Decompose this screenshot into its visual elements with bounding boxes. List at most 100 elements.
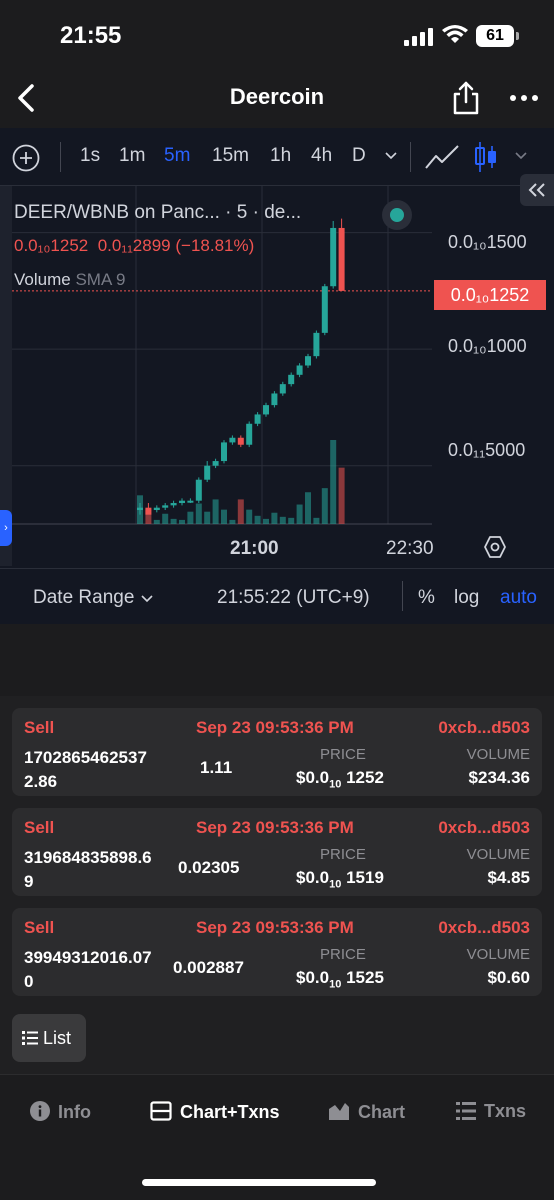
chart-panel: 1s 1m 5m 15m 1h 4h D › DEER/WBNB on Panc… — [0, 128, 554, 624]
price-label: PRICE — [320, 946, 366, 963]
interval-15m[interactable]: 15m — [212, 145, 249, 167]
back-chevron-icon[interactable] — [12, 80, 42, 116]
candlestick-chart-type-icon[interactable] — [474, 140, 498, 174]
list-view-button[interactable]: List — [12, 1014, 86, 1062]
txn-row[interactable]: Sell Sep 23 09:53:36 PM 0xcb...d503 3196… — [12, 808, 542, 896]
status-time: 21:55 — [60, 22, 122, 49]
toolbar-divider — [410, 142, 411, 172]
candle-body — [305, 356, 311, 366]
chart-toolbar: 1s 1m 5m 15m 1h 4h D — [0, 128, 554, 186]
volume-bar — [279, 516, 286, 524]
change-value: 0.0₁₁2899 (−18.81%) — [97, 236, 255, 255]
transactions-list: Sell Sep 23 09:53:36 PM 0xcb...d503 1702… — [0, 696, 554, 1074]
collapse-panel-button[interactable] — [520, 174, 554, 206]
volume-bar — [187, 511, 194, 524]
interval-4h[interactable]: 4h — [311, 145, 332, 167]
interval-1h[interactable]: 1h — [270, 145, 291, 167]
txn-bnb-amount: 0.002887 — [173, 958, 244, 977]
ohlc-values: 0.0₁₀1252 0.0₁₁2899 (−18.81%) — [14, 236, 301, 256]
chart-legend: DEER/WBNB on Panc... · 5 · de... 0.0₁₀12… — [14, 202, 301, 290]
chevron-down-icon[interactable] — [384, 150, 398, 160]
auto-scale-toggle[interactable]: auto — [500, 587, 537, 609]
txn-bnb-amount: 1.11 — [200, 758, 233, 777]
candle-body — [330, 227, 337, 287]
candle-body — [296, 365, 303, 375]
add-indicator-icon[interactable] — [12, 144, 40, 172]
interval-1m[interactable]: 1m — [119, 145, 145, 167]
volume-bar — [195, 503, 202, 524]
tab-chart[interactable]: Chart — [328, 1101, 405, 1123]
txn-address[interactable]: 0xcb...d503 — [438, 818, 530, 838]
date-range-label: Date Range — [33, 587, 135, 608]
log-toggle[interactable]: log — [454, 587, 479, 609]
line-chart-type-icon[interactable] — [424, 142, 460, 172]
tab-info[interactable]: Info — [30, 1101, 91, 1123]
volume-bar — [263, 518, 269, 524]
price-axis-label: 0.0₁₀1000 — [448, 336, 527, 356]
volume-bar — [246, 509, 253, 524]
volume-label: VOLUME — [466, 746, 530, 763]
price-label: PRICE — [320, 746, 366, 763]
tab-txns[interactable]: Txns — [456, 1101, 526, 1122]
volume-label: VOLUME — [466, 946, 530, 963]
candle-body — [288, 374, 295, 385]
battery-icon: 61 — [476, 25, 519, 47]
candle-body — [338, 227, 345, 291]
candle-body — [321, 286, 328, 333]
interval-d[interactable]: D — [352, 145, 366, 167]
candle-body — [254, 414, 261, 424]
txn-price: $0.010 1252 — [296, 768, 384, 791]
symbol-label[interactable]: DEER/WBNB on Panc... · 5 · de... — [14, 202, 301, 224]
candle-body — [187, 500, 194, 503]
candle-body — [195, 479, 202, 501]
txn-token-amount: 319684835898.69 — [24, 848, 152, 891]
interval-1s[interactable]: 1s — [80, 145, 100, 167]
volume-legend[interactable]: Volume SMA 9 — [14, 270, 301, 290]
list-icon — [22, 1031, 38, 1045]
more-options-icon[interactable] — [508, 86, 540, 110]
candle-body — [246, 423, 253, 445]
chart-left-strip — [0, 186, 12, 566]
list-icon — [456, 1102, 476, 1120]
price-label: PRICE — [320, 846, 366, 863]
volume-bar — [338, 467, 345, 524]
time-axis-label: 21:00 — [230, 538, 279, 559]
candle-body — [271, 393, 278, 406]
volume-bar — [237, 499, 244, 524]
volume-bar — [321, 488, 328, 524]
tab-label: Chart+Txns — [180, 1102, 280, 1122]
current-price-tag: 0.0₁₀1252 — [434, 280, 546, 310]
txn-date: Sep 23 09:53:36 PM — [196, 918, 354, 937]
bottom-bar-divider — [402, 581, 403, 611]
tab-chart-txns[interactable]: Chart+Txns — [150, 1101, 280, 1123]
volume-bar — [296, 504, 303, 524]
candle-body — [204, 465, 211, 480]
volume-bar — [204, 511, 211, 524]
chart-bottom-bar: Date Range 21:55:22 (UTC+9) % log auto — [0, 568, 554, 624]
share-icon[interactable] — [450, 80, 482, 116]
txn-address[interactable]: 0xcb...d503 — [438, 718, 530, 738]
txn-price: $0.010 1525 — [296, 968, 384, 991]
txn-row[interactable]: Sell Sep 23 09:53:36 PM 0xcb...d503 1702… — [12, 708, 542, 796]
chevron-down-icon[interactable] — [514, 150, 528, 160]
txn-row[interactable]: Sell Sep 23 09:53:36 PM 0xcb...d503 3994… — [12, 908, 542, 996]
percent-toggle[interactable]: % — [418, 587, 435, 609]
chart-settings-icon[interactable] — [482, 534, 508, 560]
candle-body — [212, 461, 219, 466]
volume-bar — [254, 515, 261, 524]
txn-address[interactable]: 0xcb...d503 — [438, 918, 530, 938]
tab-label: Txns — [484, 1101, 527, 1121]
txn-price: $0.010 1519 — [296, 868, 384, 891]
chart-clock[interactable]: 21:55:22 (UTC+9) — [217, 587, 370, 609]
side-panel-handle[interactable]: › — [0, 510, 12, 546]
wifi-icon — [442, 25, 468, 43]
time-axis-label: 22:30 — [386, 538, 434, 559]
date-range-selector[interactable]: Date Range — [33, 587, 154, 609]
interval-5m[interactable]: 5m — [164, 145, 190, 167]
area-chart-icon — [329, 1103, 349, 1120]
double-chevron-left-icon — [528, 183, 545, 197]
txn-type: Sell — [24, 918, 55, 937]
volume-bar — [229, 519, 236, 524]
price-axis-label: 0.0₁₁5000 — [448, 440, 526, 460]
volume-bar — [271, 512, 278, 524]
